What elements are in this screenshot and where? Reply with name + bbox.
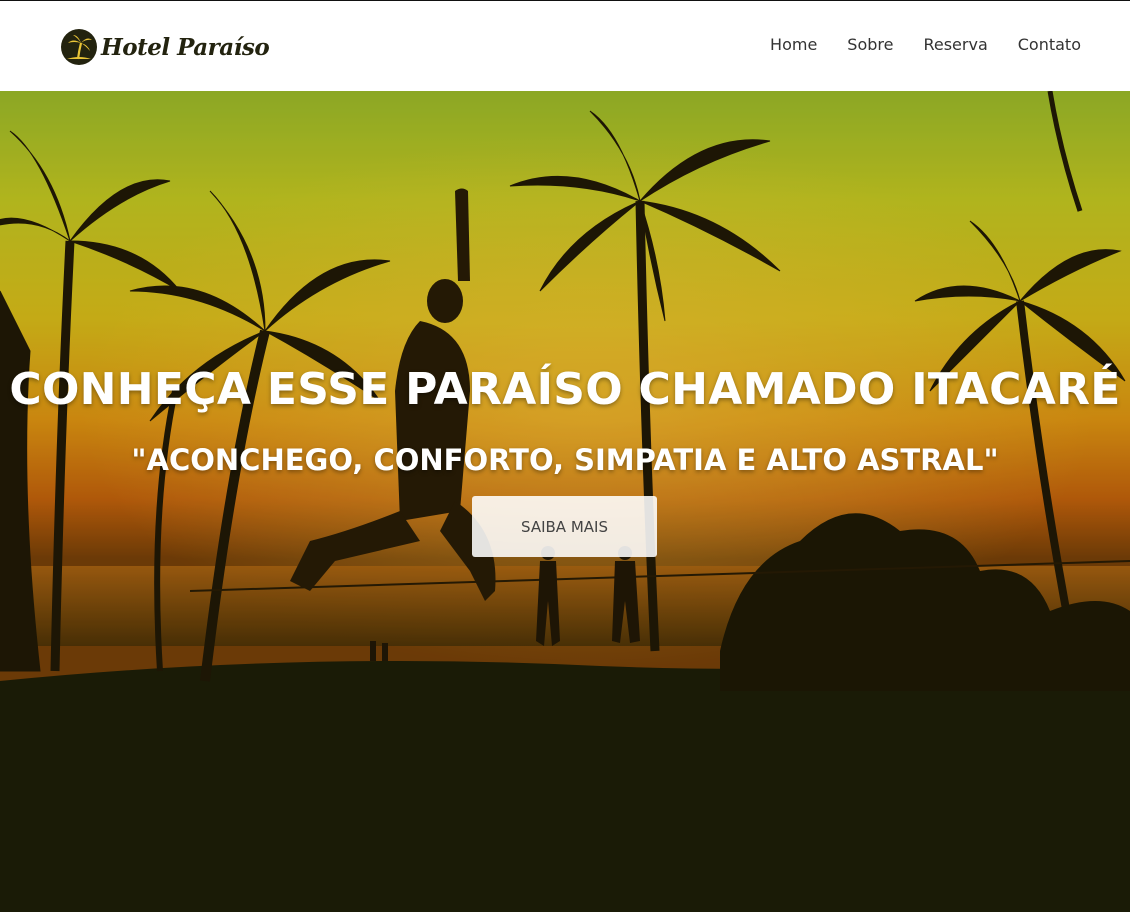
nav-reserva[interactable]: Reserva: [923, 35, 987, 54]
site-header: Hotel Paraíso Home Sobre Reserva Contato: [0, 0, 1130, 91]
palm-tree-icon: [61, 29, 97, 65]
nav-contato[interactable]: Contato: [1018, 35, 1081, 54]
nav-sobre[interactable]: Sobre: [847, 35, 893, 54]
nav-home[interactable]: Home: [770, 35, 817, 54]
brand-logo[interactable]: Hotel Paraíso: [61, 27, 270, 67]
hero-section: CONHEÇA ESSE PARAÍSO CHAMADO ITACARÉ "AC…: [0, 91, 1130, 912]
hero-title: CONHEÇA ESSE PARAÍSO CHAMADO ITACARÉ: [9, 364, 1121, 415]
brand-name: Hotel Paraíso: [101, 33, 270, 61]
main-nav: Home Sobre Reserva Contato: [770, 35, 1081, 54]
hero-subtitle: "ACONCHEGO, CONFORTO, SIMPATIA E ALTO AS…: [131, 443, 999, 477]
saiba-mais-button[interactable]: SAIBA MAIS: [472, 496, 657, 557]
